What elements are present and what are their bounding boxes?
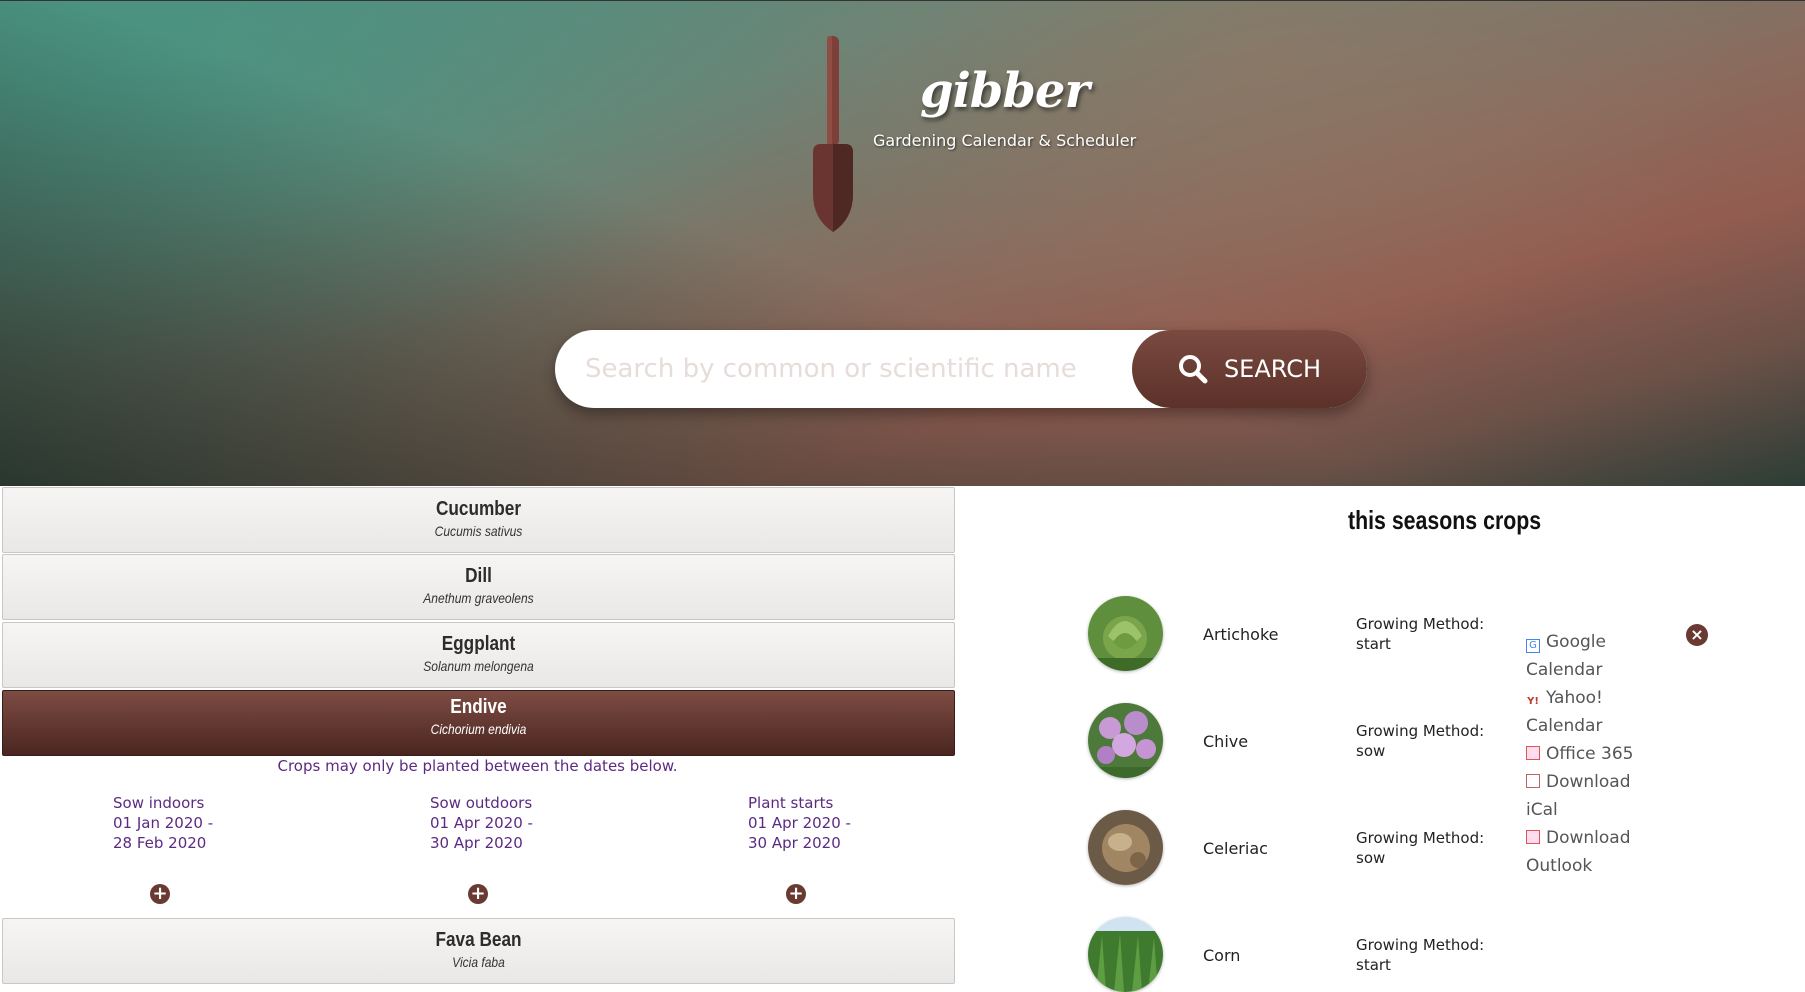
window-end: 30 Apr 2020 — [748, 834, 841, 852]
crop-item-eggplant[interactable]: Eggplant Solanum melongena — [2, 622, 955, 688]
growing-method: Growing Method: sow — [1356, 721, 1496, 761]
window-label: Sow indoors — [113, 794, 205, 812]
season-crop-name: Celeriac — [1203, 839, 1268, 858]
crop-name: Fava Bean — [435, 929, 522, 951]
season-title: this seasons crops — [1348, 505, 1542, 535]
search-icon — [1178, 355, 1208, 384]
growing-method-label: Growing Method: — [1356, 936, 1485, 954]
logo-title[interactable]: gibber — [920, 63, 1090, 119]
option-label: Download iCal — [1526, 772, 1631, 820]
logo-subtitle: Gardening Calendar & Scheduler — [873, 131, 1137, 150]
crop-item-dill[interactable]: Dill Anethum graveolens — [2, 554, 955, 620]
hero-header: gibber Gardening Calendar & Scheduler SE… — [0, 0, 1805, 486]
growing-method-label: Growing Method: — [1356, 615, 1485, 633]
office365-option[interactable]: Office 365 — [1526, 740, 1666, 768]
crop-name: Eggplant — [441, 633, 516, 655]
growing-method-value: start — [1356, 956, 1391, 974]
crop-scientific-name: Cucumis sativus — [434, 523, 523, 539]
window-start: 01 Apr 2020 - — [748, 814, 851, 832]
window-end: 28 Feb 2020 — [113, 834, 207, 852]
google-icon: G — [1526, 639, 1540, 653]
window-start: 01 Jan 2020 - — [113, 814, 214, 832]
add-sow-indoors-button[interactable]: + — [150, 884, 170, 904]
artichoke-avatar — [1088, 596, 1163, 671]
growing-method-value: sow — [1356, 849, 1386, 867]
download-ical-option[interactable]: Download iCal — [1526, 768, 1666, 824]
add-sow-outdoors-button[interactable]: + — [468, 884, 488, 904]
window-label: Sow outdoors — [430, 794, 533, 812]
crop-name: Endive — [450, 696, 507, 718]
corn-avatar — [1088, 917, 1163, 992]
growing-method-value: sow — [1356, 742, 1386, 760]
sow-outdoors-window: Sow outdoors 01 Apr 2020 - 30 Apr 2020 — [430, 793, 650, 853]
chive-avatar — [1088, 703, 1163, 778]
crop-item-cucumber[interactable]: Cucumber Cucumis sativus — [2, 487, 955, 553]
planting-note: Crops may only be planted between the da… — [277, 757, 678, 775]
celeriac-avatar — [1088, 810, 1163, 885]
growing-method-label: Growing Method: — [1356, 829, 1485, 847]
window-label: Plant starts — [748, 794, 834, 812]
season-crop-name: Artichoke — [1203, 625, 1279, 644]
growing-method: Growing Method: start — [1356, 614, 1496, 654]
close-circle-icon[interactable]: × — [1686, 624, 1708, 646]
option-label: Download Outlook — [1526, 828, 1631, 876]
option-label: Office 365 — [1546, 744, 1634, 764]
crop-scientific-name: Solanum melongena — [423, 658, 534, 674]
yahoo-calendar-option[interactable]: Y! Yahoo! Calendar — [1526, 684, 1666, 740]
crop-item-endive[interactable]: Endive Cichorium endivia — [2, 690, 955, 756]
growing-method: Growing Method: start — [1356, 935, 1496, 975]
yahoo-icon: Y! — [1527, 696, 1539, 707]
search-input[interactable] — [583, 330, 1143, 408]
google-calendar-option[interactable]: G Google Calendar — [1526, 628, 1666, 684]
plant-starts-window: Plant starts 01 Apr 2020 - 30 Apr 2020 — [748, 793, 968, 853]
crop-scientific-name: Cichorium endivia — [430, 721, 527, 737]
crop-name: Cucumber — [435, 498, 522, 520]
growing-method-label: Growing Method: — [1356, 722, 1485, 740]
trowel-icon — [813, 36, 853, 232]
ical-icon — [1526, 774, 1540, 788]
growing-method-value: start — [1356, 635, 1391, 653]
season-crop-name: Chive — [1203, 732, 1249, 751]
outlook-icon — [1526, 830, 1540, 844]
sow-indoors-window: Sow indoors 01 Jan 2020 - 28 Feb 2020 — [113, 793, 333, 853]
window-start: 01 Apr 2020 - — [430, 814, 533, 832]
add-plant-starts-button[interactable]: + — [786, 884, 806, 904]
season-crop-name: Corn — [1203, 946, 1241, 965]
crop-name: Dill — [465, 565, 492, 587]
search-button-label: SEARCH — [1223, 355, 1322, 383]
window-end: 30 Apr 2020 — [430, 834, 523, 852]
growing-method: Growing Method: sow — [1356, 828, 1496, 868]
crop-scientific-name: Anethum graveolens — [423, 590, 534, 606]
download-outlook-option[interactable]: Download Outlook — [1526, 824, 1666, 880]
office-calendar-icon — [1526, 746, 1540, 760]
crop-item-fava-bean[interactable]: Fava Bean Vicia faba — [2, 918, 955, 984]
search-bar: SEARCH — [555, 330, 1367, 408]
search-button[interactable]: SEARCH — [1132, 330, 1367, 408]
calendar-export-menu: G Google Calendar Y! Yahoo! Calendar Offic… — [1526, 628, 1666, 880]
